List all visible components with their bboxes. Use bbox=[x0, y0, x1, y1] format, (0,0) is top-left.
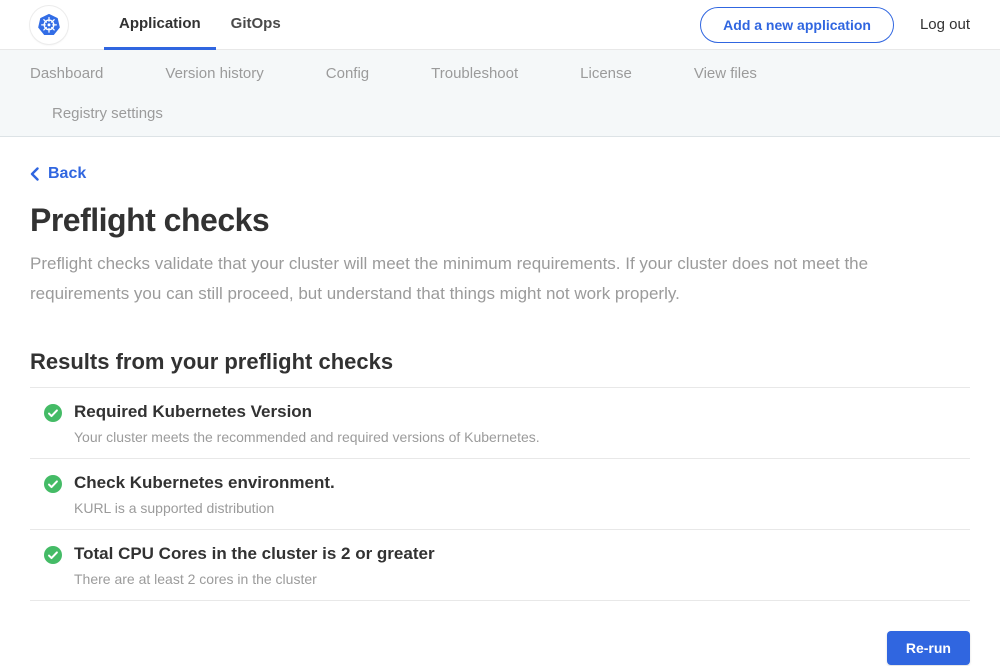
app-subnav: Dashboard Version history Config Trouble… bbox=[0, 50, 1000, 137]
page-description: Preflight checks validate that your clus… bbox=[30, 249, 965, 309]
tab-application-label: Application bbox=[119, 15, 201, 32]
page-title: Preflight checks bbox=[30, 202, 970, 239]
subnav-item-license[interactable]: License bbox=[580, 54, 632, 94]
navbar-right: Add a new application Log out bbox=[700, 7, 970, 43]
chevron-left-icon bbox=[30, 167, 39, 181]
check-title: Check Kubernetes environment. bbox=[74, 473, 335, 493]
subnav-item-registry-settings[interactable]: Registry settings bbox=[52, 94, 163, 134]
tab-application[interactable]: Application bbox=[104, 0, 216, 50]
preflight-result-row: Required Kubernetes Version Your cluster… bbox=[30, 388, 970, 459]
preflight-results-list: Required Kubernetes Version Your cluster… bbox=[30, 387, 970, 601]
check-circle-icon bbox=[44, 546, 62, 564]
check-body: Total CPU Cores in the cluster is 2 or g… bbox=[74, 544, 435, 587]
footer-actions: Re-run bbox=[30, 631, 970, 665]
tab-gitops-label: GitOps bbox=[231, 15, 281, 32]
back-link[interactable]: Back bbox=[30, 165, 86, 183]
results-heading: Results from your preflight checks bbox=[30, 349, 970, 375]
primary-tabs: Application GitOps bbox=[104, 0, 296, 50]
check-circle-icon bbox=[44, 404, 62, 422]
check-message: There are at least 2 cores in the cluste… bbox=[74, 571, 435, 587]
back-label: Back bbox=[48, 165, 86, 183]
check-message: KURL is a supported distribution bbox=[74, 500, 335, 516]
subnav-item-config[interactable]: Config bbox=[326, 54, 369, 94]
rerun-button[interactable]: Re-run bbox=[887, 631, 970, 665]
subnav-item-troubleshoot[interactable]: Troubleshoot bbox=[431, 54, 518, 94]
subnav-item-dashboard[interactable]: Dashboard bbox=[30, 54, 103, 94]
tab-gitops[interactable]: GitOps bbox=[216, 0, 296, 50]
preflight-page: Back Preflight checks Preflight checks v… bbox=[0, 137, 1000, 665]
check-title: Total CPU Cores in the cluster is 2 or g… bbox=[74, 544, 435, 564]
preflight-result-row: Total CPU Cores in the cluster is 2 or g… bbox=[30, 530, 970, 601]
subnav-item-version-history[interactable]: Version history bbox=[165, 54, 263, 94]
check-body: Required Kubernetes Version Your cluster… bbox=[74, 402, 540, 445]
subnav-item-view-files[interactable]: View files bbox=[694, 54, 757, 94]
check-body: Check Kubernetes environment. KURL is a … bbox=[74, 473, 335, 516]
check-title: Required Kubernetes Version bbox=[74, 402, 540, 422]
top-navbar: Application GitOps Add a new application… bbox=[0, 0, 1000, 50]
add-new-application-button[interactable]: Add a new application bbox=[700, 7, 894, 43]
check-message: Your cluster meets the recommended and r… bbox=[74, 429, 540, 445]
kubernetes-logo-icon bbox=[30, 6, 68, 44]
logout-link[interactable]: Log out bbox=[920, 16, 970, 33]
check-circle-icon bbox=[44, 475, 62, 493]
preflight-result-row: Check Kubernetes environment. KURL is a … bbox=[30, 459, 970, 530]
